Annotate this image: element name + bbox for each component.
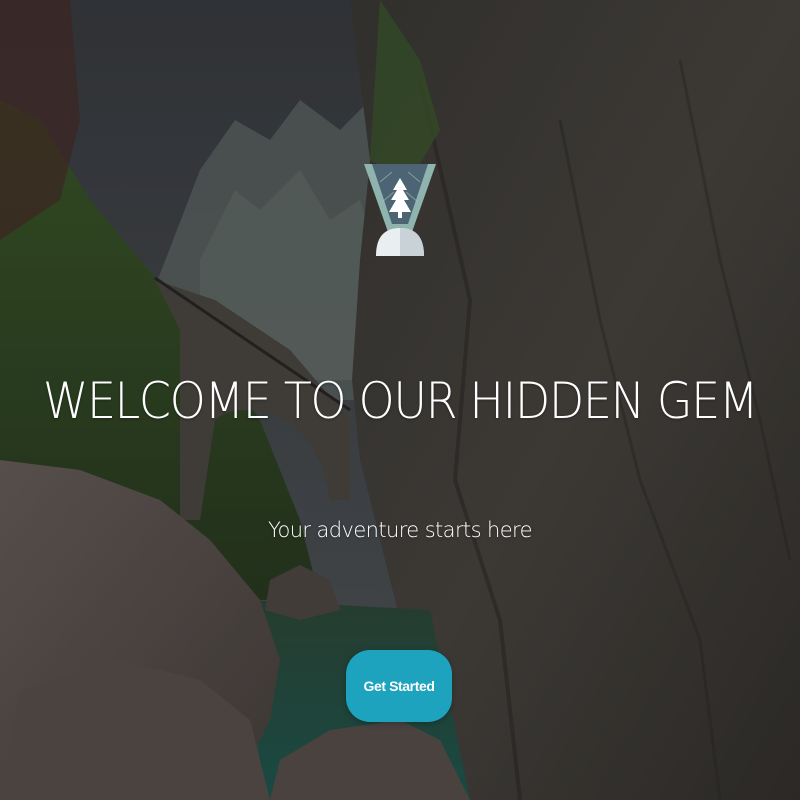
hero-section: WELCOME TO OUR HIDDEN GEM Your adventure… <box>0 0 800 800</box>
hero-subtitle: Your adventure starts here <box>268 518 533 542</box>
get-started-button[interactable]: Get Started <box>346 650 452 722</box>
mountain-tree-logo-icon <box>364 164 436 256</box>
hero-title: WELCOME TO OUR HIDDEN GEM <box>42 372 759 430</box>
